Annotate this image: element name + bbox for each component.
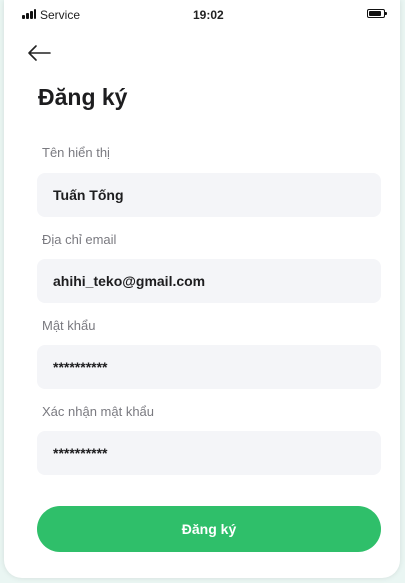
password-label: Mật khẩu	[42, 318, 96, 333]
display-name-input[interactable]	[37, 173, 381, 217]
display-name-field-box	[37, 173, 381, 217]
back-button[interactable]	[26, 42, 52, 64]
carrier-name: Service	[40, 8, 81, 22]
email-label: Địa chỉ email	[42, 232, 117, 247]
display-name-label: Tên hiển thị	[42, 145, 110, 160]
email-field-box	[37, 259, 381, 303]
phone-screen: Service 19:02 Đăng ký Tên hiển thị Địa c…	[4, 0, 400, 578]
confirm-password-label: Xác nhận mật khẩu	[42, 404, 155, 419]
status-time: 19:02	[193, 8, 224, 22]
confirm-password-field-box	[37, 431, 381, 475]
password-input[interactable]	[37, 345, 381, 389]
arrow-left-icon	[28, 45, 51, 61]
signal-bars-icon	[22, 9, 36, 19]
battery-icon	[367, 9, 387, 18]
email-input[interactable]	[37, 259, 381, 303]
page-title: Đăng ký	[38, 84, 128, 110]
status-bar: Service 19:02	[4, 0, 400, 30]
register-button[interactable]: Đăng ký	[37, 506, 381, 552]
confirm-password-input[interactable]	[37, 431, 381, 475]
password-field-box	[37, 345, 381, 389]
